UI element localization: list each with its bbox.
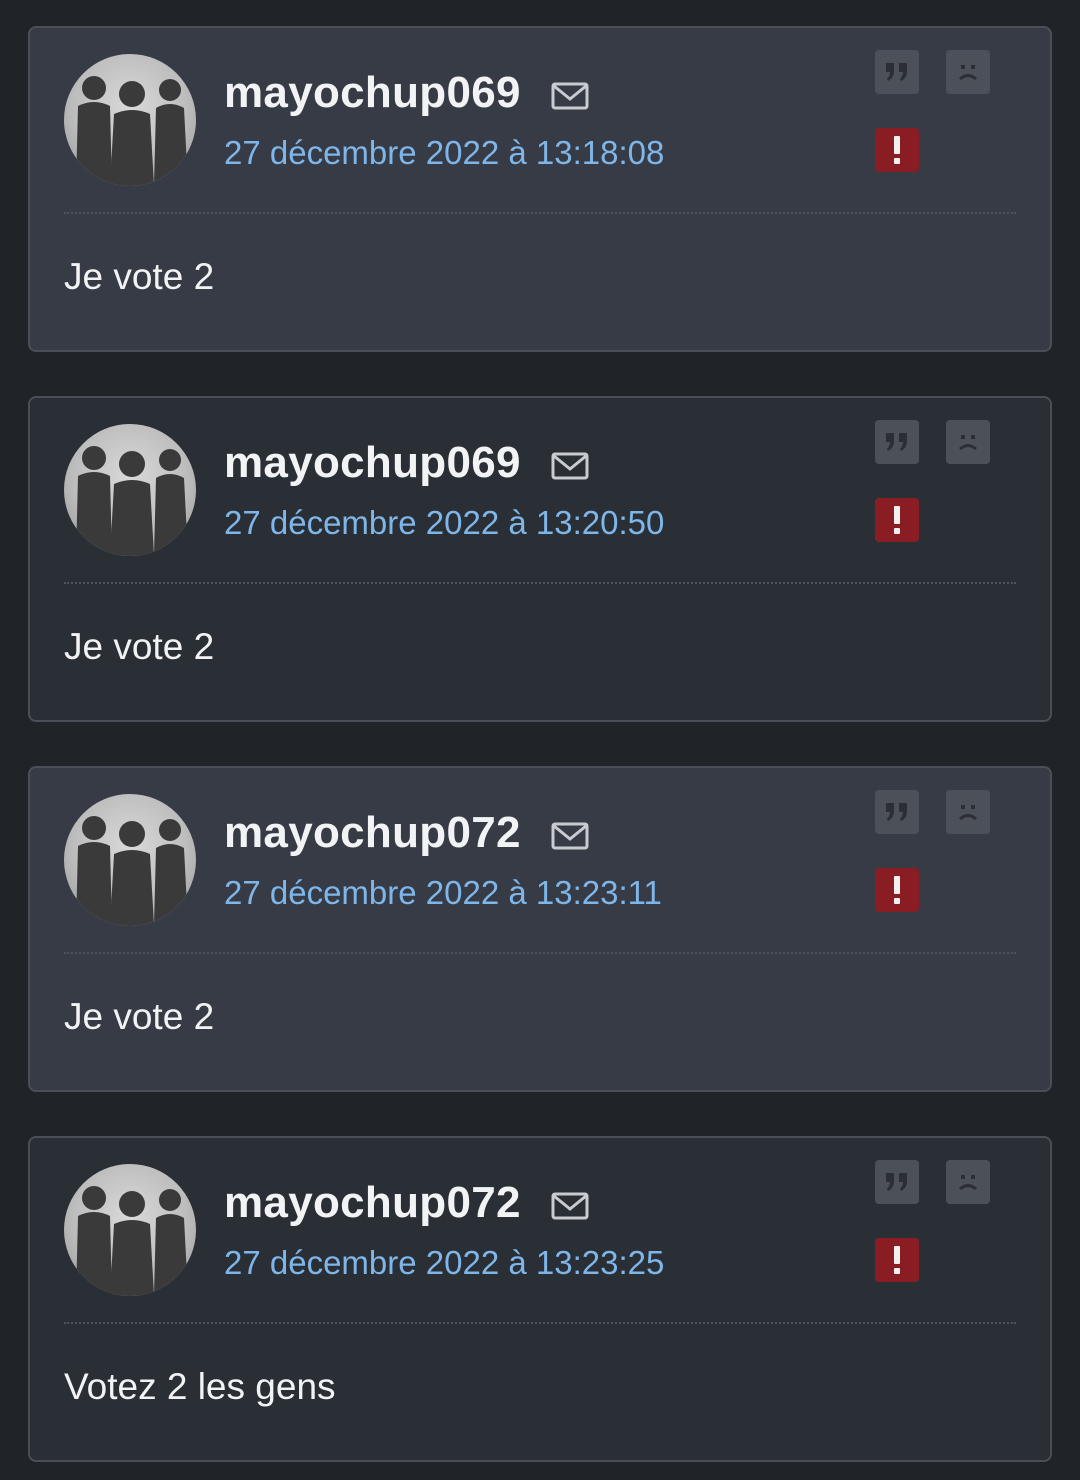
sad-reaction-button[interactable]: [946, 790, 990, 834]
avatar[interactable]: [64, 424, 196, 556]
mail-icon[interactable]: [550, 80, 590, 112]
quote-icon: [886, 63, 907, 81]
mail-icon[interactable]: [550, 820, 590, 852]
divider: [64, 952, 1016, 954]
quote-icon: [886, 803, 907, 821]
post-date-link[interactable]: 27 décembre 2022 à 13:23:11: [224, 874, 662, 912]
forum-post: mayochup069 27 décembre 2022 à 13:18:08: [28, 26, 1052, 352]
exclamation-icon: [894, 876, 900, 904]
post-message: Je vote 2: [64, 256, 215, 297]
report-button[interactable]: [875, 128, 919, 172]
divider: [64, 1322, 1016, 1324]
avatar[interactable]: [64, 54, 196, 186]
post-date-link[interactable]: 27 décembre 2022 à 13:20:50: [224, 504, 664, 542]
sad-face-icon: [959, 1175, 977, 1191]
post-message: Je vote 2: [64, 996, 215, 1037]
quote-icon: [886, 1173, 907, 1191]
divider: [64, 212, 1016, 214]
forum-post: mayochup072 27 décembre 2022 à 13:23:11: [28, 766, 1052, 1092]
avatar[interactable]: [64, 794, 196, 926]
quote-button[interactable]: [875, 790, 919, 834]
quote-button[interactable]: [875, 1160, 919, 1204]
exclamation-icon: [894, 1246, 900, 1274]
post-date-link[interactable]: 27 décembre 2022 à 13:23:25: [224, 1244, 664, 1282]
post-date-link[interactable]: 27 décembre 2022 à 13:18:08: [224, 134, 664, 172]
username-link[interactable]: mayochup069: [224, 438, 521, 488]
sad-reaction-button[interactable]: [946, 420, 990, 464]
report-button[interactable]: [875, 868, 919, 912]
mail-icon[interactable]: [550, 450, 590, 482]
post-message: Votez 2 les gens: [64, 1366, 336, 1407]
exclamation-icon: [894, 506, 900, 534]
quote-icon: [886, 433, 907, 451]
report-button[interactable]: [875, 1238, 919, 1282]
exclamation-icon: [894, 136, 900, 164]
post-message: Je vote 2: [64, 626, 215, 667]
sad-face-icon: [959, 65, 977, 81]
divider: [64, 582, 1016, 584]
username-link[interactable]: mayochup072: [224, 808, 521, 858]
sad-face-icon: [959, 805, 977, 821]
report-button[interactable]: [875, 498, 919, 542]
quote-button[interactable]: [875, 50, 919, 94]
mail-icon[interactable]: [550, 1190, 590, 1222]
sad-reaction-button[interactable]: [946, 50, 990, 94]
username-link[interactable]: mayochup072: [224, 1178, 521, 1228]
quote-button[interactable]: [875, 420, 919, 464]
message-feed: mayochup069 27 décembre 2022 à 13:18:08: [0, 0, 1080, 1480]
sad-face-icon: [959, 435, 977, 451]
forum-post: mayochup072 27 décembre 2022 à 13:23:25: [28, 1136, 1052, 1462]
sad-reaction-button[interactable]: [946, 1160, 990, 1204]
avatar[interactable]: [64, 1164, 196, 1296]
username-link[interactable]: mayochup069: [224, 68, 521, 118]
forum-post: mayochup069 27 décembre 2022 à 13:20:50: [28, 396, 1052, 722]
